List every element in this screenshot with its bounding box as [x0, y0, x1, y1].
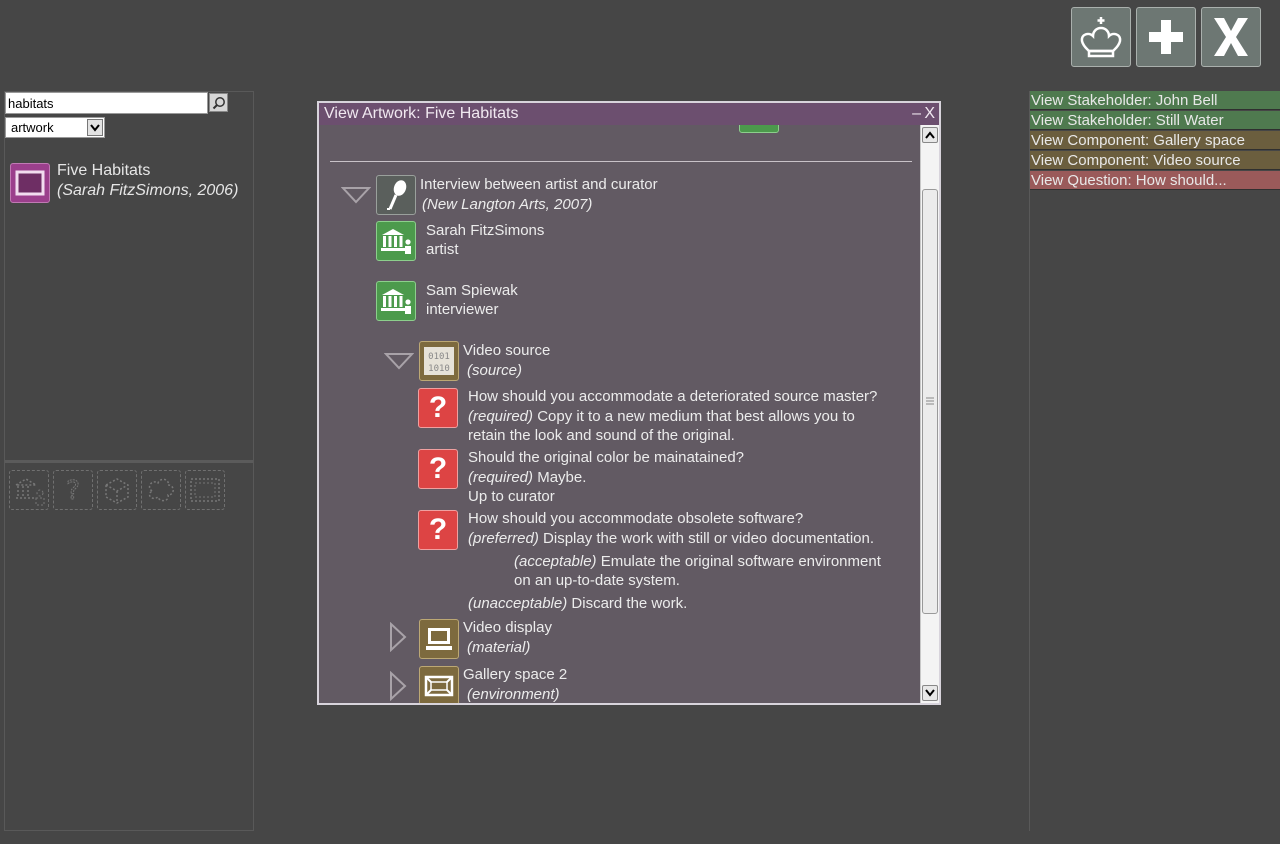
- close-app-button[interactable]: [1201, 7, 1261, 67]
- search-button[interactable]: [209, 93, 228, 112]
- section-divider: [330, 161, 912, 162]
- interview-subtitle: (New Langton Arts, 2007): [422, 196, 593, 213]
- scroll-down-button[interactable]: [922, 685, 938, 701]
- person-role: interviewer: [426, 301, 499, 318]
- artwork-frame-icon: [10, 163, 50, 203]
- chevron-down-icon[interactable]: [87, 119, 103, 136]
- dialog-title: View Artwork: Five Habitats: [324, 105, 519, 122]
- answer-text: Emulate the original software environmen…: [596, 553, 881, 570]
- search-icon: [212, 96, 225, 109]
- question-tool-icon[interactable]: ?: [53, 470, 93, 510]
- chevron-down-icon: [925, 689, 935, 697]
- x-icon: [1214, 18, 1248, 56]
- stakeholder-tool-icon[interactable]: [9, 470, 49, 510]
- history-item-question[interactable]: View Question: How should...: [1030, 171, 1280, 190]
- stakeholder-institution-icon: [376, 281, 416, 321]
- monitor-icon: [419, 619, 459, 659]
- person-name: Sarah FitzSimons: [426, 222, 545, 239]
- history-panel: View Stakeholder: John Bell View Stakeho…: [1029, 91, 1280, 831]
- collapse-triangle-icon[interactable]: [341, 186, 371, 204]
- question-text: How should you accommodate obsolete soft…: [468, 510, 804, 527]
- add-button[interactable]: [1136, 7, 1196, 67]
- person-role: artist: [426, 241, 459, 258]
- search-input[interactable]: [5, 92, 208, 114]
- question-icon: ?: [418, 449, 458, 489]
- svg-text:1010: 1010: [428, 364, 450, 374]
- history-item-component-gallery-space[interactable]: View Component: Gallery space: [1030, 131, 1280, 150]
- dialog-scrollbar[interactable]: [920, 125, 939, 703]
- minimize-button[interactable]: –: [912, 103, 921, 125]
- clipped-stakeholder-icon: [739, 125, 779, 133]
- answer-text: Discard the work.: [567, 595, 688, 612]
- question-icon: ?: [418, 388, 458, 428]
- video-source-title: Video source: [463, 342, 551, 359]
- chevron-up-icon: [925, 131, 935, 139]
- scroll-up-button[interactable]: [922, 127, 938, 143]
- answer-text-cont: on an up-to-date system.: [514, 572, 680, 589]
- result-subtitle: (Sarah FitzSimons, 2006): [57, 182, 239, 199]
- svg-text:?: ?: [66, 476, 80, 506]
- type-select[interactable]: artwork: [5, 117, 105, 138]
- gallery-space-subtitle: (environment): [467, 686, 560, 703]
- question-text: Should the original color be mainatained…: [468, 449, 745, 466]
- frame-tool-icon[interactable]: [185, 470, 225, 510]
- answer-level: (unacceptable): [468, 595, 568, 612]
- dialog-close-button[interactable]: X: [924, 103, 935, 125]
- result-title: Five Habitats: [57, 162, 151, 179]
- dialog-titlebar[interactable]: View Artwork: Five Habitats – X: [319, 103, 939, 125]
- answer-text: Copy it to a new medium that best allows…: [533, 408, 855, 425]
- question-text: How should you accommodate a deteriorate…: [468, 388, 878, 405]
- microphone-icon: [376, 175, 416, 215]
- search-result-item[interactable]: Five Habitats (Sarah FitzSimons, 2006): [9, 162, 249, 206]
- dialog-content: Interview between artist and curator (Ne…: [319, 125, 920, 703]
- plus-icon: [1149, 20, 1183, 54]
- person-name: Sam Spiewak: [426, 282, 518, 299]
- answer-level: (preferred): [468, 530, 539, 547]
- answer-text: Maybe.: [533, 469, 587, 486]
- expand-triangle-icon[interactable]: [389, 671, 407, 701]
- answer-text: Display the work with still or video doc…: [538, 530, 875, 547]
- home-button[interactable]: [1071, 7, 1131, 67]
- answer-level: (required): [468, 469, 534, 486]
- svg-text:0101: 0101: [428, 352, 450, 362]
- component-tool-icon[interactable]: [97, 470, 137, 510]
- gallery-space-icon: [419, 666, 459, 703]
- gallery-space-title: Gallery space 2: [463, 666, 568, 683]
- video-display-subtitle: (material): [467, 639, 531, 656]
- answer-text-cont: Up to curator: [468, 488, 555, 505]
- answer-level: (acceptable): [514, 553, 597, 570]
- video-display-title: Video display: [463, 619, 552, 636]
- type-select-value: artwork: [11, 120, 54, 135]
- video-source-subtitle: (source): [467, 362, 523, 379]
- history-item-component-video-source[interactable]: View Component: Video source: [1030, 151, 1280, 170]
- search-panel: artwork Five Habitats (Sarah FitzSimons,…: [4, 91, 254, 831]
- history-item-stakeholder-john-bell[interactable]: View Stakeholder: John Bell: [1030, 91, 1280, 110]
- history-item-stakeholder-still-water[interactable]: View Stakeholder: Still Water: [1030, 111, 1280, 130]
- scroll-thumb[interactable]: [922, 189, 938, 614]
- collapse-triangle-icon[interactable]: [384, 352, 414, 370]
- answer-level: (required): [468, 408, 534, 425]
- chess-king-icon: [1080, 17, 1122, 58]
- cluster-tool-icon[interactable]: [141, 470, 181, 510]
- panel-divider: [5, 460, 253, 463]
- binary-source-icon: 0101 1010: [419, 341, 459, 381]
- question-icon: ?: [418, 510, 458, 550]
- answer-text-cont: retain the look and sound of the origina…: [468, 427, 735, 444]
- interview-title: Interview between artist and curator: [420, 176, 658, 193]
- expand-triangle-icon[interactable]: [389, 622, 407, 652]
- view-artwork-dialog: View Artwork: Five Habitats – X Intervie…: [317, 101, 941, 705]
- stakeholder-institution-icon: [376, 221, 416, 261]
